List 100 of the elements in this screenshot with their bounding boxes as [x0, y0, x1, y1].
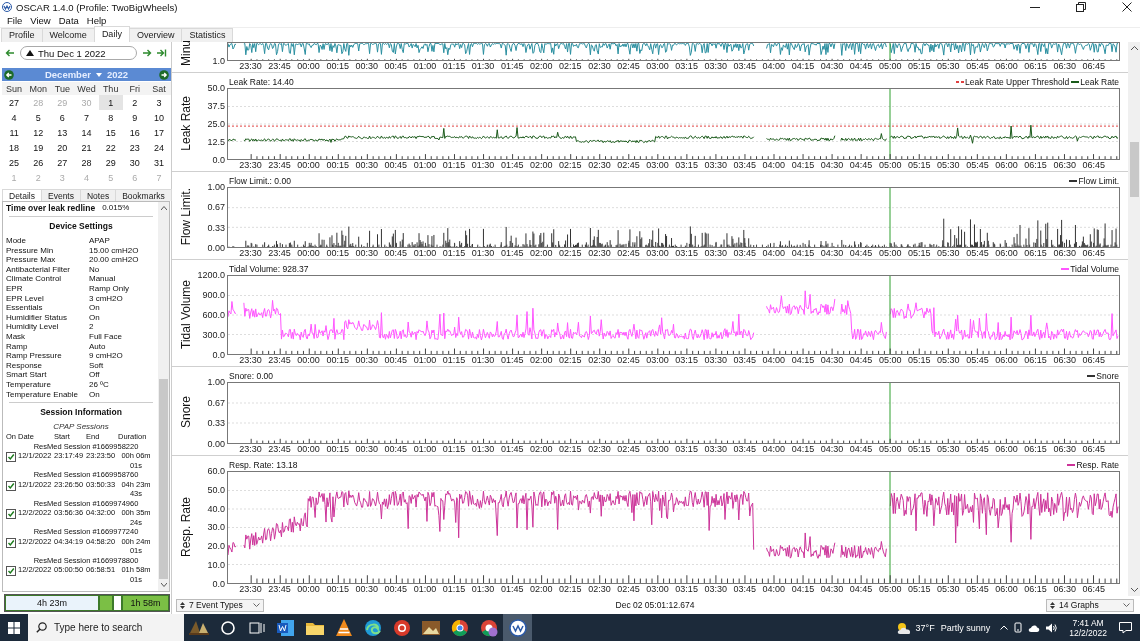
notification-icon[interactable]	[1119, 621, 1132, 634]
tab[interactable]: Statistics	[181, 28, 234, 42]
calendar-day[interactable]: 23	[122, 140, 147, 155]
calendar-day[interactable]: 24	[146, 140, 171, 155]
calendar-day[interactable]: 30	[122, 155, 147, 170]
calendar-day[interactable]: 4	[2, 110, 27, 125]
timeline-segment[interactable]: 1h 58m	[123, 596, 168, 610]
tab[interactable]: Events	[41, 189, 81, 201]
axis-tick-label: 04:00	[761, 248, 787, 259]
axis-tick-label: 23:45	[267, 584, 292, 595]
tab[interactable]: Details	[2, 189, 42, 201]
axis-tick-label: 0.67	[207, 202, 225, 213]
axis-tick-label: 01:30	[470, 248, 496, 259]
previous-month-icon[interactable]	[4, 69, 14, 80]
weekday-label: Thu	[98, 82, 123, 95]
next-month-icon[interactable]	[159, 69, 169, 80]
speaker-icon[interactable]	[1046, 622, 1058, 633]
calendar-day[interactable]: 11	[2, 125, 27, 140]
axis-tick-label: 04:15	[790, 444, 816, 455]
calendar-day[interactable]: 13	[50, 125, 75, 140]
axis-tick-label: 10.0	[207, 560, 225, 571]
chevron-up-icon[interactable]	[1000, 625, 1009, 630]
calendar-day[interactable]: 17	[146, 125, 171, 140]
calendar-day[interactable]: 10	[146, 110, 171, 125]
tab[interactable]: Overview	[128, 28, 183, 42]
timeline-segment[interactable]: 4h 23m	[6, 596, 98, 610]
axis-tick-label: 01:00	[412, 61, 438, 72]
calendar-day[interactable]: 28	[74, 155, 99, 170]
checkbox[interactable]	[6, 509, 16, 520]
caret-icon	[253, 603, 260, 607]
checkbox[interactable]	[6, 452, 16, 463]
menu-item[interactable]: File	[3, 15, 27, 26]
calendar-day[interactable]: 18	[2, 140, 27, 155]
axis-tick-label: 02:45	[616, 355, 641, 366]
taskbar-button[interactable]	[503, 614, 532, 641]
checkbox[interactable]	[6, 480, 16, 491]
event-types-dropdown[interactable]: 7 Event Types	[176, 598, 264, 612]
search-icon	[36, 622, 47, 633]
calendar-day[interactable]: 21	[74, 140, 99, 155]
axis-tick-label: 02:45	[616, 160, 641, 171]
calendar-day[interactable]: 5	[26, 110, 51, 125]
checkbox[interactable]	[6, 537, 16, 548]
spin-arrows-icon	[180, 601, 185, 609]
calendar-day[interactable]: 25	[2, 155, 27, 170]
scroll-down-icon[interactable]	[160, 583, 167, 587]
graphs-dropdown[interactable]: 14 Graphs	[1046, 598, 1134, 612]
device-icon[interactable]	[1014, 622, 1023, 633]
tab[interactable]: Welcome	[41, 28, 95, 42]
axis-tick-label: 50.0	[207, 484, 225, 495]
tab[interactable]: Profile	[1, 28, 43, 42]
checkbox[interactable]	[6, 566, 16, 577]
calendar-day[interactable]: 3	[146, 95, 171, 110]
calendar-day[interactable]: 20	[50, 140, 75, 155]
calendar-day[interactable]: 22	[98, 140, 123, 155]
calendar-day[interactable]: 9	[122, 110, 147, 125]
axis-tick-label: 0.0	[212, 350, 225, 360]
jump-to-end-icon[interactable]	[157, 49, 167, 57]
scrollbar[interactable]	[158, 202, 169, 591]
calendar-day[interactable]: 27	[50, 155, 75, 170]
calendar-day[interactable]: 7	[74, 110, 99, 125]
restore-icon[interactable]	[1076, 2, 1086, 12]
axis-tick-label: 02:00	[528, 444, 554, 455]
calendar-day[interactable]: 31	[146, 155, 171, 170]
calendar-day[interactable]: 26	[26, 155, 51, 170]
back-arrow-icon[interactable]	[5, 49, 15, 57]
scroll-up-icon[interactable]	[1130, 46, 1138, 50]
calendar-day[interactable]: 8	[98, 110, 123, 125]
axis-tick-label: 04:30	[819, 355, 845, 366]
forward-arrow-icon[interactable]	[142, 49, 152, 57]
axis-tick-label: 05:00	[877, 355, 903, 366]
axis-tick-label: 01:45	[499, 444, 525, 455]
menu-item[interactable]: Help	[82, 15, 111, 26]
cloud-icon[interactable]	[1028, 623, 1041, 632]
calendar-day[interactable]: 6	[50, 110, 75, 125]
scroll-down-icon[interactable]	[1130, 588, 1138, 592]
menu-item[interactable]: Data	[54, 15, 83, 26]
axis-title: Leak Rate	[178, 96, 193, 151]
calendar-day[interactable]: 1	[98, 95, 123, 110]
calendar-day[interactable]: 29	[98, 155, 123, 170]
calendar-day[interactable]: 19	[26, 140, 51, 155]
axis-tick-label: 23:45	[267, 160, 292, 171]
search-field[interactable]: Type here to search	[28, 614, 184, 641]
scrollbar[interactable]	[1128, 42, 1140, 596]
scrollbar-thumb[interactable]	[159, 379, 168, 579]
menu-item[interactable]: View	[26, 15, 55, 26]
tab[interactable]: Daily	[93, 26, 130, 42]
calendar-day[interactable]: 16	[122, 125, 147, 140]
axis-tick-label: 05:45	[965, 355, 990, 366]
scroll-up-icon[interactable]	[160, 206, 167, 210]
setting-value: Off	[89, 370, 100, 380]
scrollbar-thumb[interactable]	[1129, 141, 1139, 197]
calendar-day[interactable]: 15	[98, 125, 123, 140]
close-icon[interactable]	[1122, 2, 1132, 12]
axis-tick-label: 00:15	[325, 248, 350, 259]
calendar-day[interactable]: 14	[74, 125, 99, 140]
calendar-day[interactable]: 12	[26, 125, 51, 140]
tab[interactable]: Bookmarks	[115, 189, 172, 201]
calendar-day[interactable]: 27	[2, 95, 27, 110]
calendar-day[interactable]: 2	[122, 95, 147, 110]
axis-tick-label: 05:00	[877, 160, 903, 171]
